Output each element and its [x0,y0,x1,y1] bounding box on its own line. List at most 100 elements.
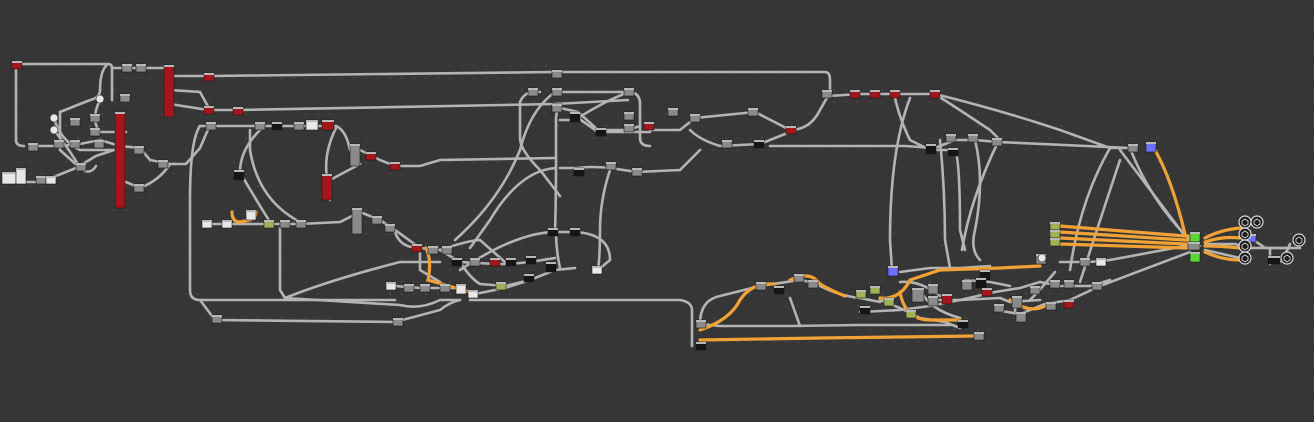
graph-node[interactable] [119,93,131,103]
graph-node[interactable] [1049,229,1061,239]
reroute-dot[interactable] [95,94,105,104]
graph-node[interactable] [527,87,539,97]
node-graph[interactable] [0,0,1314,422]
graph-node[interactable] [973,331,985,341]
graph-node[interactable] [905,309,917,319]
graph-node[interactable] [1063,279,1075,289]
graph-node[interactable] [69,117,81,127]
graph-node[interactable] [495,281,507,291]
graph-node[interactable] [785,125,797,135]
graph-node[interactable] [295,219,307,229]
graph-node[interactable] [961,279,973,291]
graph-node[interactable] [439,283,451,293]
graph-node[interactable] [929,89,941,99]
graph-node[interactable] [643,121,655,131]
output-socket-icon[interactable] [1238,239,1252,253]
graph-node[interactable] [525,255,537,265]
graph-node[interactable] [1079,257,1091,267]
graph-node[interactable] [941,293,953,305]
graph-node[interactable] [1063,299,1075,309]
graph-node[interactable] [392,317,404,327]
graph-node[interactable] [53,139,65,149]
graph-node[interactable] [45,175,57,185]
graph-node[interactable] [883,297,895,307]
graph-node[interactable] [773,285,785,295]
output-socket-icon[interactable] [1250,215,1264,229]
graph-node[interactable] [263,219,275,229]
graph-node[interactable] [271,121,283,131]
graph-node[interactable] [163,64,175,118]
graph-node[interactable] [859,305,871,315]
graph-node[interactable] [135,63,147,73]
graph-node[interactable] [133,145,145,155]
graph-node[interactable] [467,289,479,299]
graph-node[interactable] [11,60,23,70]
graph-node[interactable] [695,319,707,329]
graph-node[interactable] [233,169,245,181]
graph-node[interactable] [321,173,333,201]
graph-node[interactable] [595,127,607,137]
node-graph-canvas[interactable] [0,0,1314,422]
graph-node[interactable] [753,139,765,149]
graph-node[interactable] [1091,281,1103,291]
graph-node[interactable] [945,133,957,143]
graph-node[interactable] [569,227,581,237]
graph-node[interactable] [807,279,819,289]
graph-node[interactable] [205,121,217,131]
graph-node[interactable] [1189,231,1201,243]
graph-node[interactable] [427,245,439,255]
graph-node[interactable] [957,319,969,329]
graph-node[interactable] [623,123,635,133]
reroute-dot[interactable] [49,113,59,123]
graph-node[interactable] [573,167,585,177]
graph-node[interactable] [623,111,635,121]
graph-node[interactable] [1145,141,1157,153]
graph-node[interactable] [489,257,501,267]
graph-node[interactable] [293,121,305,131]
graph-node[interactable] [451,257,463,267]
graph-node[interactable] [121,63,133,73]
graph-node[interactable] [351,207,363,235]
graph-node[interactable] [855,289,867,299]
output-socket-icon[interactable] [1280,251,1294,265]
graph-node[interactable] [793,273,805,283]
graph-node[interactable] [591,265,603,275]
graph-node[interactable] [1,171,17,185]
graph-node[interactable] [869,89,881,99]
graph-node[interactable] [114,111,126,209]
graph-node[interactable] [981,287,993,297]
output-socket-icon[interactable] [1238,227,1252,241]
graph-node[interactable] [455,283,467,295]
graph-node[interactable] [505,257,517,267]
graph-node[interactable] [967,133,979,143]
graph-node[interactable] [133,183,145,193]
graph-node[interactable] [551,103,563,113]
graph-node[interactable] [927,283,939,295]
graph-node[interactable] [1029,285,1041,295]
graph-node[interactable] [523,273,535,283]
graph-node[interactable] [371,215,383,225]
graph-node[interactable] [403,283,415,293]
graph-node[interactable] [1049,221,1061,231]
graph-node[interactable] [221,219,233,229]
graph-node[interactable] [993,303,1005,313]
graph-node[interactable] [321,119,335,131]
graph-node[interactable] [1045,301,1057,311]
graph-node[interactable] [469,257,481,267]
graph-node[interactable] [623,87,635,97]
graph-node[interactable] [254,121,266,131]
graph-node[interactable] [927,295,939,307]
output-socket-icon[interactable] [1238,251,1252,265]
graph-node[interactable] [721,139,733,149]
graph-node[interactable] [869,285,881,295]
graph-node[interactable] [551,87,563,97]
graph-node[interactable] [89,113,101,123]
graph-node[interactable] [1049,237,1061,247]
graph-node[interactable] [1011,295,1023,309]
graph-node[interactable] [1189,251,1201,263]
graph-node[interactable] [211,314,223,324]
graph-node[interactable] [384,223,396,233]
graph-node[interactable] [755,281,767,291]
graph-node[interactable] [93,139,105,149]
graph-node[interactable] [667,107,679,117]
